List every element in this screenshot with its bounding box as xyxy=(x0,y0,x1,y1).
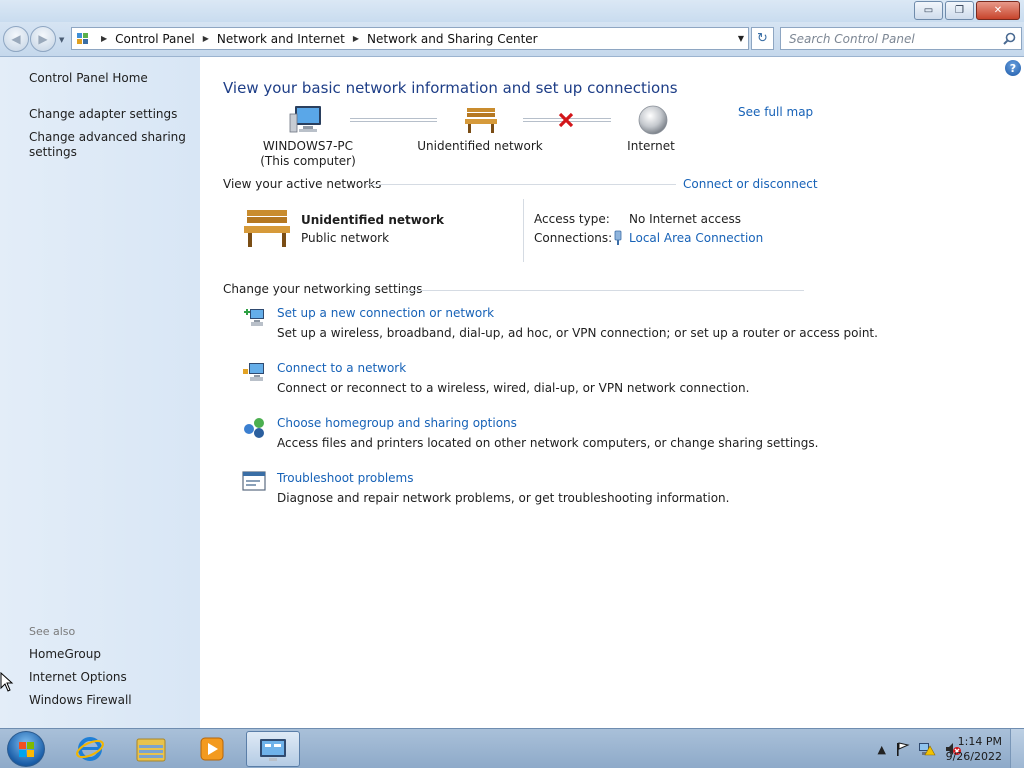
active-network-name: Unidentified network xyxy=(301,213,444,227)
internet-node-label: Internet xyxy=(627,139,675,153)
network-node-label: Unidentified network xyxy=(417,139,543,153)
see-full-map-link[interactable]: See full map xyxy=(738,105,813,119)
networking-settings-heading: Change your networking settings xyxy=(223,282,423,296)
network-bench-icon xyxy=(244,210,290,247)
search-box[interactable] xyxy=(780,27,1022,50)
main-content: ? View your basic network information an… xyxy=(200,57,1024,728)
active-networks-heading: View your active networks xyxy=(223,177,382,191)
sidebar-internet-options[interactable]: Internet Options xyxy=(29,670,127,685)
sidebar-change-advanced-sharing-settings[interactable]: Change advanced sharing settings xyxy=(29,130,189,160)
see-also-label: See also xyxy=(29,625,76,638)
sidebar: Control Panel Home Change adapter settin… xyxy=(0,57,200,728)
breadcrumb-control-panel[interactable]: Control Panel xyxy=(115,32,195,46)
help-icon[interactable]: ? xyxy=(1005,60,1021,76)
action-center-flag-icon[interactable] xyxy=(894,741,910,757)
connection-line xyxy=(350,118,437,122)
window-controls: ▭ ❐ ✕ xyxy=(912,1,1020,20)
access-type-value: No Internet access xyxy=(629,212,742,226)
breadcrumb-network-and-sharing-center[interactable]: Network and Sharing Center xyxy=(367,32,538,46)
address-bar[interactable]: ▶ Control Panel ▶ Network and Internet ▶… xyxy=(71,27,749,50)
connect-to-network-icon xyxy=(243,363,264,381)
breadcrumb-separator-icon[interactable]: ▶ xyxy=(203,34,209,43)
refresh-button[interactable]: ↻ xyxy=(751,27,774,50)
clock-time: 1:14 PM xyxy=(957,735,1002,748)
breadcrumb-separator-icon[interactable]: ▶ xyxy=(101,34,107,43)
title-bar: ▭ ❐ ✕ xyxy=(0,0,1024,22)
clock[interactable]: 1:14 PM 9/26/2022 xyxy=(946,734,1002,764)
vertical-divider xyxy=(523,199,524,262)
taskbar-windows-explorer[interactable] xyxy=(124,731,178,767)
task-connect-to-network-description: Connect or reconnect to a wireless, wire… xyxy=(277,381,750,395)
address-dropdown-icon[interactable]: ▼ xyxy=(738,34,744,43)
section-divider xyxy=(404,290,804,291)
recent-pages-dropdown[interactable]: ▼ xyxy=(59,36,64,44)
task-troubleshoot-description: Diagnose and repair network problems, or… xyxy=(277,491,730,505)
bench-icon[interactable] xyxy=(464,106,498,134)
taskbar: ▲ 1:14 PM 9/26/2022 xyxy=(0,728,1024,768)
search-input[interactable] xyxy=(781,28,991,49)
taskbar-control-panel[interactable] xyxy=(246,731,300,767)
task-homegroup-sharing-description: Access files and printers located on oth… xyxy=(277,436,819,450)
start-button[interactable] xyxy=(7,731,45,767)
new-connection-icon xyxy=(244,309,264,326)
globe-icon[interactable] xyxy=(637,104,669,136)
show-desktop-button[interactable] xyxy=(1010,729,1024,768)
no-connection-x-icon[interactable] xyxy=(558,112,574,128)
windows-logo-icon xyxy=(19,742,34,757)
media-player-icon xyxy=(200,737,224,761)
forward-arrow-icon: ▶ xyxy=(38,32,48,46)
task-connect-to-network-link[interactable]: Connect to a network xyxy=(277,361,406,375)
task-homegroup-sharing-link[interactable]: Choose homegroup and sharing options xyxy=(277,416,517,430)
control-panel-icon xyxy=(260,739,286,761)
task-setup-connection-description: Set up a wireless, broadband, dial-up, a… xyxy=(277,326,878,340)
minimize-button[interactable]: ▭ xyxy=(914,1,943,20)
clock-date: 9/26/2022 xyxy=(945,750,1002,763)
page-title: View your basic network information and … xyxy=(223,79,678,97)
computer-name: WINDOWS7-PC xyxy=(262,139,354,153)
back-arrow-icon: ◀ xyxy=(11,32,21,46)
connections-label: Connections: xyxy=(534,231,613,245)
homegroup-icon xyxy=(244,418,264,438)
internet-explorer-icon xyxy=(76,737,104,761)
maximize-button[interactable]: ❐ xyxy=(945,1,974,20)
navigation-bar: ◀ ▶ ▼ ▶ Control Panel ▶ Network and Inte… xyxy=(0,22,1024,57)
section-divider xyxy=(366,184,676,185)
folder-icon xyxy=(136,738,166,762)
mouse-cursor-icon xyxy=(0,672,14,692)
taskbar-internet-explorer[interactable] xyxy=(63,731,117,767)
task-setup-connection-link[interactable]: Set up a new connection or network xyxy=(277,306,494,320)
sidebar-windows-firewall[interactable]: Windows Firewall xyxy=(29,693,132,708)
task-troubleshoot-link[interactable]: Troubleshoot problems xyxy=(277,471,413,485)
local-area-connection-link[interactable]: Local Area Connection xyxy=(629,231,763,245)
access-type-label: Access type: xyxy=(534,212,610,226)
taskbar-media-player[interactable] xyxy=(185,731,239,767)
computer-subtitle: (This computer) xyxy=(260,154,356,168)
refresh-icon: ↻ xyxy=(757,31,768,46)
connect-or-disconnect-link[interactable]: Connect or disconnect xyxy=(683,177,818,191)
ethernet-icon[interactable] xyxy=(613,230,623,246)
show-hidden-icons-button[interactable]: ▲ xyxy=(878,743,886,756)
sidebar-homegroup[interactable]: HomeGroup xyxy=(29,647,101,662)
network-status-icon[interactable] xyxy=(918,741,936,757)
sidebar-change-adapter-settings[interactable]: Change adapter settings xyxy=(29,107,177,122)
breadcrumb-network-and-internet[interactable]: Network and Internet xyxy=(217,32,345,46)
breadcrumb-separator-icon[interactable]: ▶ xyxy=(353,34,359,43)
network-location-type: Public network xyxy=(301,231,390,245)
troubleshoot-icon xyxy=(242,471,266,491)
control-panel-icon xyxy=(75,31,93,47)
sidebar-control-panel-home[interactable]: Control Panel Home xyxy=(29,71,148,86)
computer-icon[interactable] xyxy=(289,104,323,134)
close-button[interactable]: ✕ xyxy=(976,1,1020,20)
back-button[interactable]: ◀ xyxy=(3,26,29,52)
forward-button[interactable]: ▶ xyxy=(30,26,56,52)
search-icon[interactable] xyxy=(1003,32,1016,45)
